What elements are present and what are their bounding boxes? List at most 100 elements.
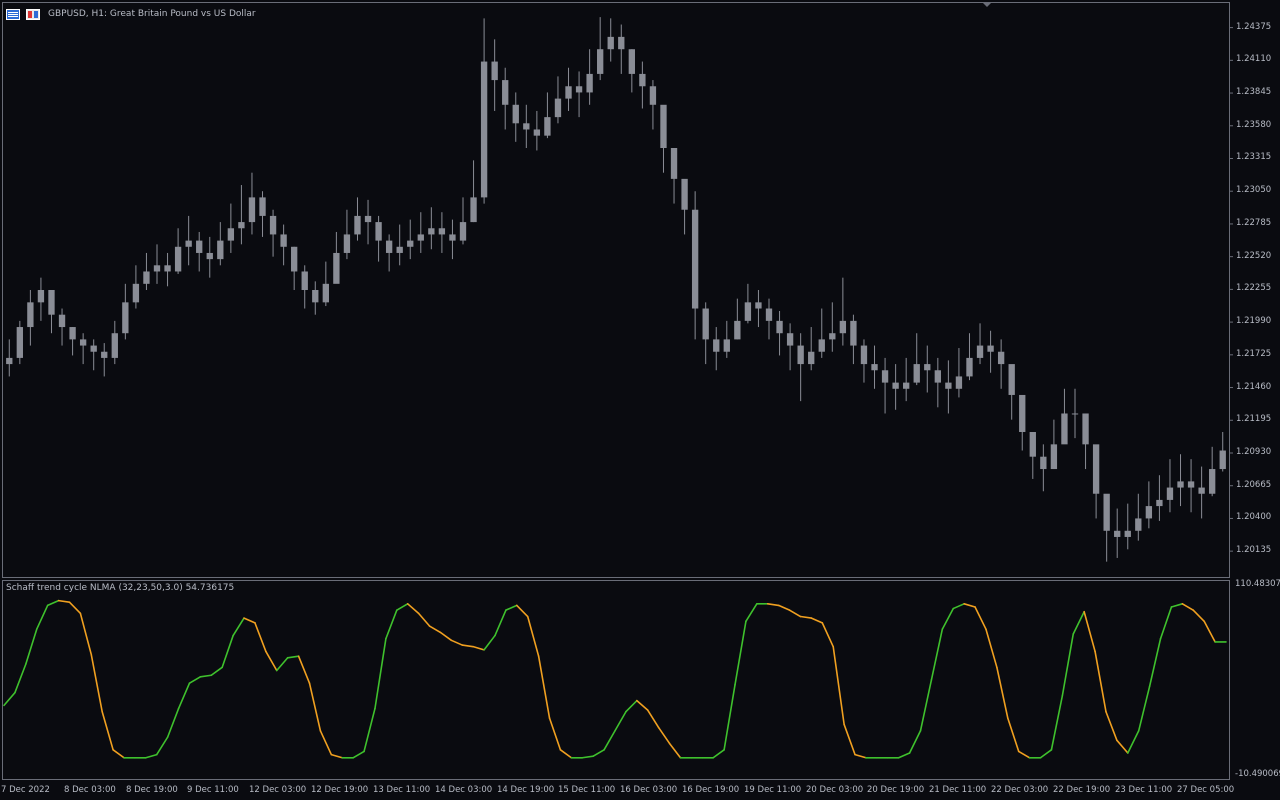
- candle-body: [1008, 364, 1015, 395]
- candle-body: [713, 339, 720, 352]
- indicator-segment: [1192, 609, 1205, 623]
- candle-body: [586, 73, 593, 93]
- candle-body: [122, 302, 129, 334]
- candle-body: [987, 345, 994, 352]
- indicator-segment: [1061, 633, 1075, 697]
- indicator-segment: [1094, 650, 1107, 713]
- candle-body: [217, 240, 224, 260]
- candle-body: [354, 215, 361, 235]
- price-tick-label: 1.20135: [1236, 545, 1272, 556]
- indicator-label: Schaff trend cycle NLMA (32,23,50,3.0) 5…: [6, 583, 235, 593]
- candle-body: [966, 357, 973, 377]
- indicator-segment: [941, 607, 955, 631]
- candle-body: [470, 197, 477, 223]
- candle-body: [206, 252, 213, 260]
- candle-body: [1103, 493, 1110, 531]
- indicator-segment: [516, 604, 529, 618]
- candle-body: [734, 320, 741, 340]
- indicator-segment: [385, 609, 398, 640]
- indicator-segment: [210, 666, 224, 677]
- indicator-segment: [417, 612, 431, 627]
- time-tick-label: 16 Dec 03:00: [620, 785, 678, 795]
- indicator-segment: [1006, 717, 1020, 753]
- candle-body: [860, 345, 868, 365]
- indicator-segment: [832, 645, 845, 726]
- indicator-segment: [166, 707, 180, 738]
- price-tick-label: 1.20400: [1236, 512, 1272, 523]
- price-tick-label: 1.21195: [1236, 414, 1272, 425]
- indicator-max-label: 110.483078: [1235, 579, 1280, 589]
- indicator-segment: [1105, 710, 1118, 742]
- indicator-segment: [625, 699, 638, 713]
- candle-body: [1082, 413, 1089, 445]
- candle-body: [670, 148, 678, 179]
- candle-body: [1145, 506, 1153, 519]
- candle-body: [892, 382, 899, 389]
- indicator-segment: [352, 750, 365, 759]
- candle-body: [27, 302, 34, 328]
- candle-body: [903, 382, 910, 389]
- indicator-segment: [145, 753, 158, 759]
- candle-body: [681, 178, 688, 210]
- candle-body: [1114, 530, 1121, 537]
- candle-body: [364, 215, 372, 223]
- candle-body: [554, 98, 562, 118]
- chart-canvas: [3, 3, 1233, 759]
- indicator-segment: [734, 620, 747, 686]
- indicator-segment: [450, 639, 464, 646]
- candle-body: [850, 320, 857, 346]
- time-tick-label: 8 Dec 03:00: [64, 785, 116, 795]
- candle-body: [660, 104, 667, 148]
- candle-body: [238, 222, 245, 229]
- candle-body: [101, 351, 108, 358]
- candle-body: [533, 129, 541, 136]
- shift-marker-icon[interactable]: [983, 3, 991, 7]
- indicator-segment: [657, 726, 671, 745]
- candle-body: [723, 339, 730, 352]
- indicator-segment: [57, 599, 71, 604]
- indicator-segment: [908, 729, 922, 754]
- indicator-segment: [199, 674, 213, 678]
- candle-body: [1071, 413, 1079, 415]
- indicator-segment: [1203, 620, 1216, 643]
- candle-body: [6, 357, 13, 365]
- price-tick-label: 1.21990: [1236, 316, 1272, 327]
- indicator-segment: [985, 628, 998, 669]
- time-tick-label: 12 Dec 19:00: [311, 785, 369, 795]
- candle-body: [37, 290, 45, 303]
- candle-body: [881, 370, 889, 383]
- price-tick-label: 1.23580: [1236, 119, 1272, 130]
- price-tick-label: 1.23050: [1236, 185, 1272, 196]
- indicator-segment: [297, 655, 311, 684]
- candle-body: [1019, 394, 1026, 432]
- candle-body: [58, 314, 66, 328]
- time-tick-label: 14 Dec 03:00: [435, 785, 493, 795]
- candle-body: [449, 234, 456, 241]
- indicator-segment: [330, 753, 344, 759]
- price-tick-label: 1.23315: [1236, 152, 1272, 163]
- candle-body: [343, 234, 351, 253]
- indicator-segment: [526, 615, 540, 657]
- time-tick-label: 21 Dec 11:00: [929, 785, 987, 795]
- indicator-segment: [3, 691, 16, 707]
- indicator-segment: [46, 599, 60, 607]
- candle-body: [438, 228, 446, 235]
- indicator-segment: [494, 609, 507, 637]
- indicator-line-group: [3, 599, 1227, 759]
- indicator-segment: [1083, 610, 1096, 653]
- candle-body: [143, 271, 150, 284]
- indicator-segment: [363, 707, 376, 753]
- candle-body: [164, 265, 171, 272]
- candle-body: [248, 197, 256, 223]
- candle-body: [839, 320, 847, 334]
- price-tick-label: 1.22785: [1236, 217, 1272, 228]
- candle-body: [755, 302, 762, 309]
- price-tick-label: 1.20930: [1236, 446, 1272, 457]
- price-tick-label: 1.21460: [1236, 381, 1272, 392]
- indicator-segment: [952, 603, 965, 610]
- indicator-segment: [461, 644, 474, 648]
- candle-body: [1187, 481, 1195, 488]
- indicator-segment: [592, 749, 605, 757]
- chart-window[interactable]: GBPUSD, H1: Great Britain Pound vs US Do…: [0, 0, 1280, 800]
- candle-body: [1029, 432, 1036, 457]
